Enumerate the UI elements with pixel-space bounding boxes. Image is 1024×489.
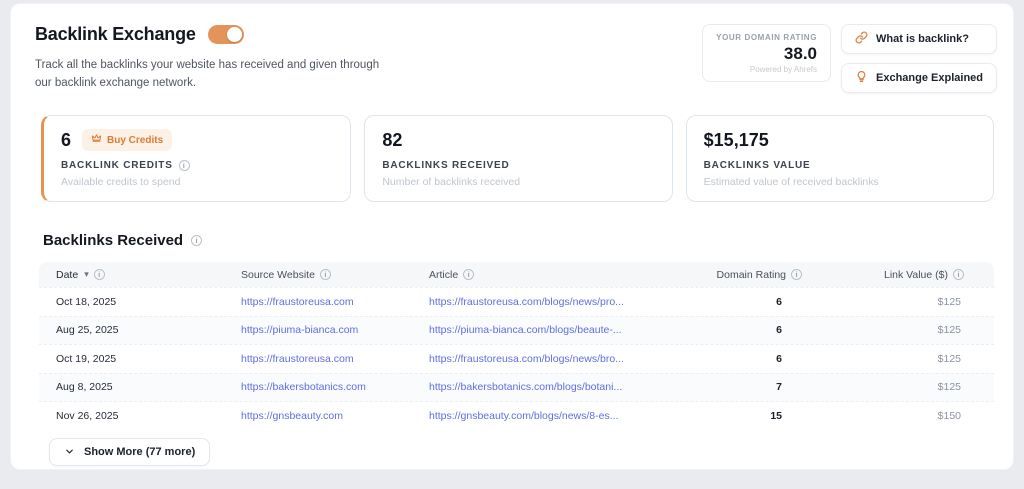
column-header-date[interactable]: Date ▾ i bbox=[39, 269, 241, 281]
info-icon[interactable]: i bbox=[791, 269, 802, 280]
chevron-down-icon bbox=[64, 446, 75, 457]
what-is-backlink-button[interactable]: What is backlink? bbox=[841, 24, 997, 54]
info-icon[interactable]: i bbox=[320, 269, 331, 280]
cell-date: Oct 19, 2025 bbox=[39, 353, 241, 365]
info-icon[interactable]: i bbox=[94, 269, 105, 280]
stat-card-backlinks-received: 82 BACKLINKS RECEIVED Number of backlink… bbox=[364, 115, 672, 202]
backlinks-received-value: 82 bbox=[382, 130, 402, 151]
section-title: Backlinks Received bbox=[43, 232, 183, 249]
article-link[interactable]: https://piuma-bianca.com/blogs/beaute-..… bbox=[429, 324, 622, 336]
cell-domain-rating: 7 bbox=[649, 381, 814, 393]
cell-domain-rating: 6 bbox=[649, 324, 814, 336]
column-header-link-value[interactable]: Link Value ($) i bbox=[814, 269, 994, 281]
header-right: YOUR DOMAIN RATING 38.0 Powered by Ahref… bbox=[702, 24, 997, 93]
info-icon[interactable]: i bbox=[463, 269, 474, 280]
source-link[interactable]: https://bakersbotanics.com bbox=[241, 381, 366, 393]
backlinks-table: Date ▾ i Source Website i Article i Doma… bbox=[39, 262, 994, 430]
cell-domain-rating: 6 bbox=[649, 296, 814, 308]
stats-row: 6 Buy Credits BACKLINK CREDITS i Availab… bbox=[41, 115, 994, 202]
backlinks-value-sub: Estimated value of received backlinks bbox=[704, 176, 976, 188]
cell-domain-rating: 6 bbox=[649, 353, 814, 365]
table-header-row: Date ▾ i Source Website i Article i Doma… bbox=[39, 262, 994, 287]
cell-date: Oct 18, 2025 bbox=[39, 296, 241, 308]
column-header-article[interactable]: Article i bbox=[429, 269, 649, 281]
backlinks-value-value: $15,175 bbox=[704, 130, 769, 151]
sort-caret-down-icon: ▾ bbox=[84, 269, 89, 280]
table-row: Aug 8, 2025 https://bakersbotanics.com h… bbox=[39, 373, 994, 402]
backlink-credits-value: 6 bbox=[61, 130, 71, 151]
header: Backlink Exchange Track all the backlink… bbox=[11, 4, 1013, 93]
cell-date: Aug 25, 2025 bbox=[39, 324, 241, 336]
lightbulb-icon bbox=[855, 70, 868, 86]
stat-card-backlink-credits: 6 Buy Credits BACKLINK CREDITS i Availab… bbox=[41, 115, 351, 202]
table-row: Oct 19, 2025 https://fraustoreusa.com ht… bbox=[39, 344, 994, 373]
cell-link-value: $125 bbox=[814, 296, 994, 308]
cell-link-value: $125 bbox=[814, 324, 994, 336]
cell-domain-rating: 15 bbox=[649, 410, 814, 422]
exchange-explained-button[interactable]: Exchange Explained bbox=[841, 63, 997, 93]
what-is-backlink-label: What is backlink? bbox=[876, 33, 969, 45]
cell-link-value: $125 bbox=[814, 353, 994, 365]
backlink-credits-sub: Available credits to spend bbox=[61, 176, 333, 188]
backlinks-received-sub: Number of backlinks received bbox=[382, 176, 654, 188]
crown-icon bbox=[91, 133, 102, 147]
table-row: Oct 18, 2025 https://fraustoreusa.com ht… bbox=[39, 287, 994, 316]
link-chain-icon bbox=[855, 31, 868, 47]
backlinks-value-label: BACKLINKS VALUE bbox=[704, 160, 811, 171]
cell-date: Nov 26, 2025 bbox=[39, 410, 241, 422]
table-row: Nov 26, 2025 https://gnsbeauty.com https… bbox=[39, 401, 994, 430]
page-title: Backlink Exchange bbox=[35, 24, 196, 45]
info-icon[interactable]: i bbox=[953, 269, 964, 280]
info-icon[interactable]: i bbox=[191, 235, 202, 246]
table-row: Aug 25, 2025 https://piuma-bianca.com ht… bbox=[39, 316, 994, 345]
source-link[interactable]: https://fraustoreusa.com bbox=[241, 296, 354, 308]
column-header-source-website[interactable]: Source Website i bbox=[241, 269, 429, 281]
toggle-knob bbox=[227, 27, 242, 42]
backlink-exchange-panel: Backlink Exchange Track all the backlink… bbox=[10, 3, 1014, 470]
article-link[interactable]: https://gnsbeauty.com/blogs/news/8-es... bbox=[429, 410, 619, 422]
domain-rating-value: 38.0 bbox=[716, 44, 817, 64]
page-subtitle: Track all the backlinks your website has… bbox=[35, 56, 387, 93]
source-link[interactable]: https://gnsbeauty.com bbox=[241, 410, 343, 422]
buy-credits-label: Buy Credits bbox=[107, 135, 163, 146]
backlink-exchange-toggle[interactable] bbox=[208, 25, 244, 44]
domain-rating-label: YOUR DOMAIN RATING bbox=[716, 33, 817, 42]
article-link[interactable]: https://bakersbotanics.com/blogs/botani.… bbox=[429, 381, 622, 393]
domain-rating-card: YOUR DOMAIN RATING 38.0 Powered by Ahref… bbox=[702, 24, 831, 82]
source-link[interactable]: https://fraustoreusa.com bbox=[241, 353, 354, 365]
show-more-label: Show More (77 more) bbox=[84, 446, 195, 458]
header-left: Backlink Exchange Track all the backlink… bbox=[35, 24, 387, 93]
stat-card-backlinks-value: $15,175 BACKLINKS VALUE Estimated value … bbox=[686, 115, 994, 202]
cell-link-value: $150 bbox=[814, 410, 994, 422]
show-more-button[interactable]: Show More (77 more) bbox=[49, 438, 210, 466]
source-link[interactable]: https://piuma-bianca.com bbox=[241, 324, 358, 336]
backlinks-received-label: BACKLINKS RECEIVED bbox=[382, 160, 509, 171]
article-link[interactable]: https://fraustoreusa.com/blogs/news/bro.… bbox=[429, 353, 624, 365]
article-link[interactable]: https://fraustoreusa.com/blogs/news/pro.… bbox=[429, 296, 624, 308]
column-header-domain-rating[interactable]: Domain Rating i bbox=[649, 269, 814, 281]
powered-by-ahrefs: Powered by Ahrefs bbox=[716, 65, 817, 74]
exchange-explained-label: Exchange Explained bbox=[876, 72, 983, 84]
cell-link-value: $125 bbox=[814, 381, 994, 393]
cell-date: Aug 8, 2025 bbox=[39, 381, 241, 393]
backlinks-received-section: Backlinks Received i Date ▾ i Source Web… bbox=[39, 232, 994, 466]
backlink-credits-label: BACKLINK CREDITS bbox=[61, 160, 173, 171]
info-icon[interactable]: i bbox=[179, 160, 190, 171]
buy-credits-button[interactable]: Buy Credits bbox=[82, 129, 172, 151]
